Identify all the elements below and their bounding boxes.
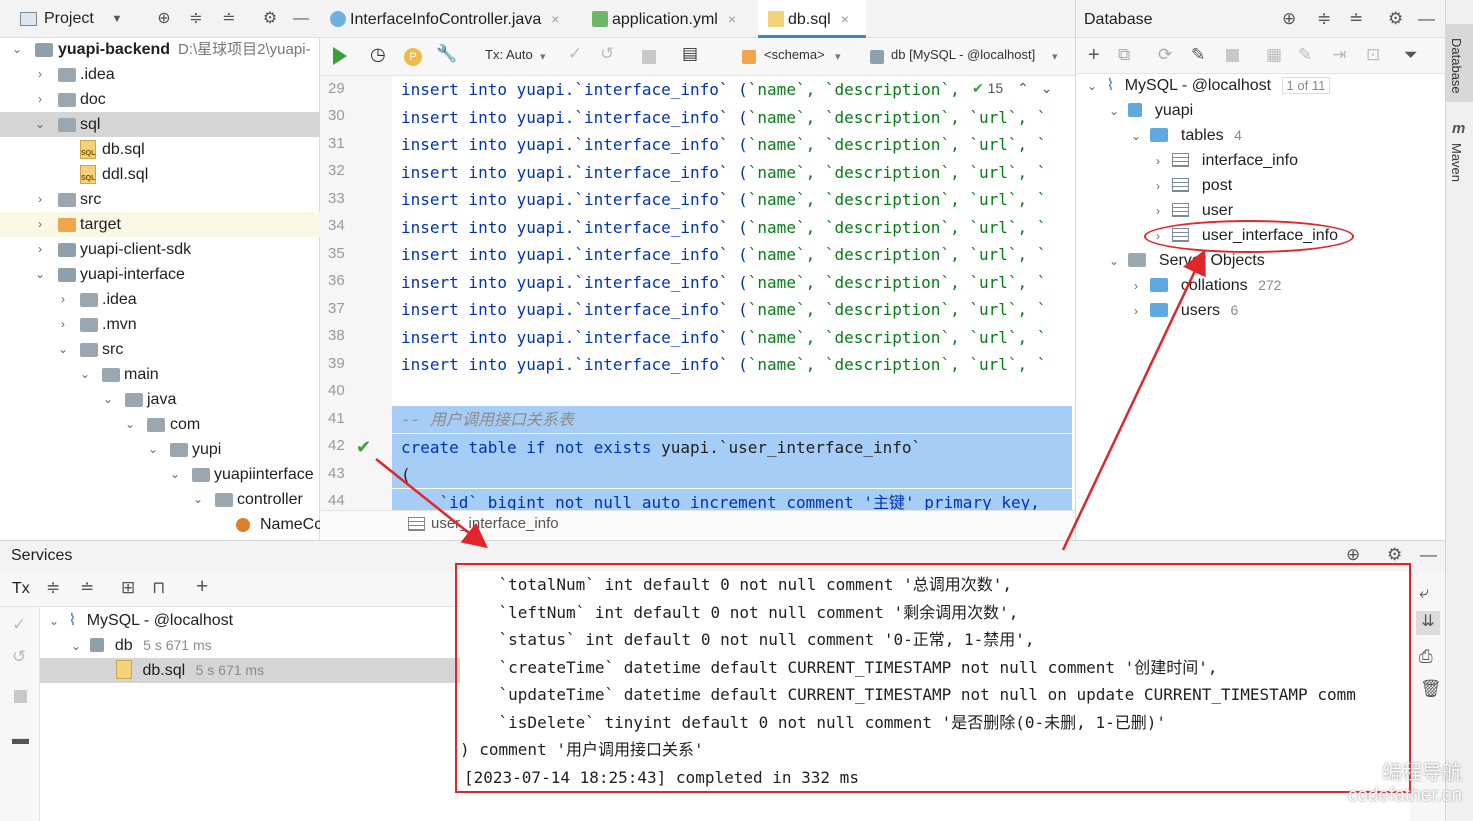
watermark: 编程导航 codefather.cn bbox=[1300, 756, 1462, 807]
watermark-url: codefather.cn bbox=[1347, 785, 1462, 806]
annotation-arrows bbox=[375, 249, 1206, 551]
annotation-arrow bbox=[1061, 249, 1206, 551]
annotation-arrow bbox=[375, 458, 488, 549]
watermark-title: 编程导航 bbox=[1382, 762, 1462, 784]
